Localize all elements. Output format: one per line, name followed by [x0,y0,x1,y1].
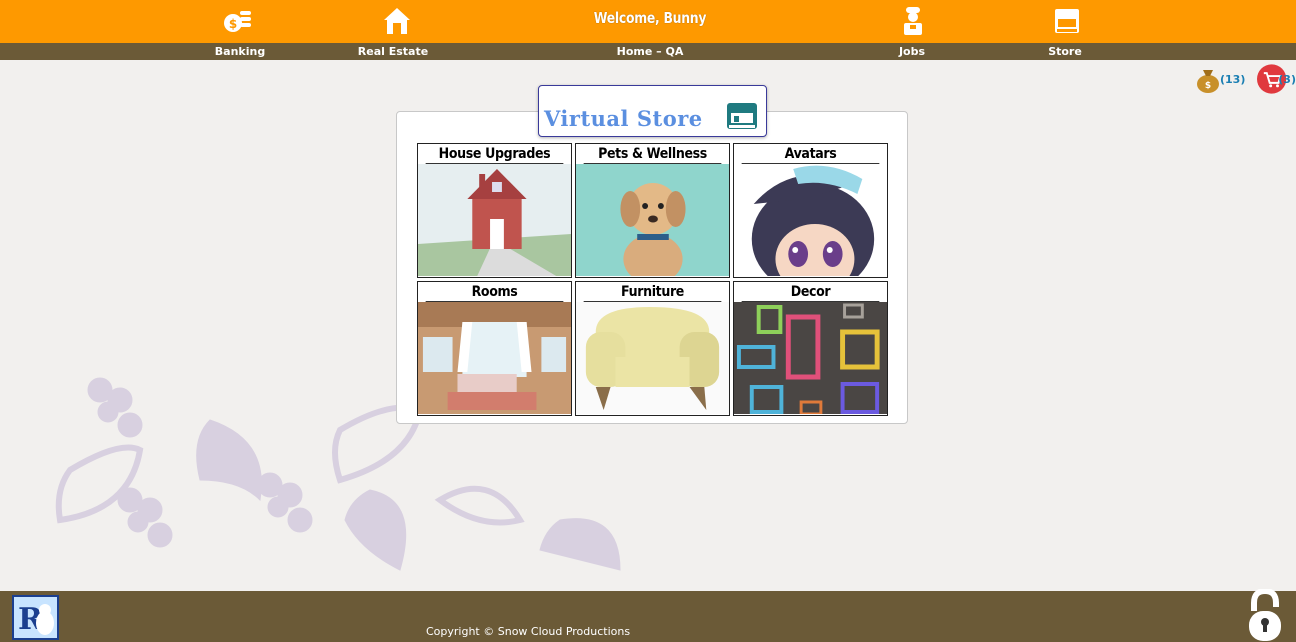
cart-count: (3) [1278,72,1296,86]
house-icon[interactable] [382,5,412,37]
armchair-image [576,302,729,414]
money-bag-icon: $ [1197,70,1219,93]
nav-banking[interactable]: Banking [180,44,300,59]
store-title: Virtual Store [544,106,703,131]
worker-icon[interactable] [898,5,928,37]
tile-avatars[interactable]: Avatars [733,143,888,278]
money-bag-indicator[interactable]: $ (13) [1196,62,1245,96]
frames-image [734,302,887,414]
store-icon[interactable] [1052,5,1082,37]
tile-label: Avatars [741,144,880,164]
nav-real-estate[interactable]: Real Estate [333,44,453,59]
welcome-message: Welcome, Bunny [593,9,707,27]
svg-text:$: $ [229,17,237,31]
svg-text:$: $ [1205,81,1211,91]
lock-icon[interactable] [1247,587,1283,642]
tile-furniture[interactable]: Furniture [575,281,730,416]
avatar-image [734,164,887,276]
tile-label: Decor [741,282,880,302]
tile-label: Pets & Wellness [583,144,722,164]
tile-label: House Upgrades [425,144,564,164]
tile-label: Rooms [425,282,564,302]
storefront-icon [727,103,757,129]
tile-rooms[interactable]: Rooms [417,281,572,416]
copyright-text: Copyright © Snow Cloud Productions [426,625,631,638]
nav-home-qa[interactable]: Home – QA [590,44,710,59]
app-logo[interactable]: R [12,595,59,640]
footer-bar [0,591,1296,642]
tile-pets-wellness[interactable]: Pets & Wellness [575,143,730,278]
room-image [418,302,571,414]
cart-indicator[interactable]: (3) [1257,62,1296,96]
money-count: (13) [1220,72,1246,86]
puppy-image [576,164,729,276]
coins-icon[interactable]: $ [222,5,252,37]
tile-label: Furniture [583,282,722,302]
store-title-card: Virtual Store [538,85,767,137]
nav-jobs[interactable]: Jobs [852,44,972,59]
house-image [418,164,571,276]
tile-decor[interactable]: Decor [733,281,888,416]
nav-store[interactable]: Store [1005,44,1125,59]
tile-house-upgrades[interactable]: House Upgrades [417,143,572,278]
